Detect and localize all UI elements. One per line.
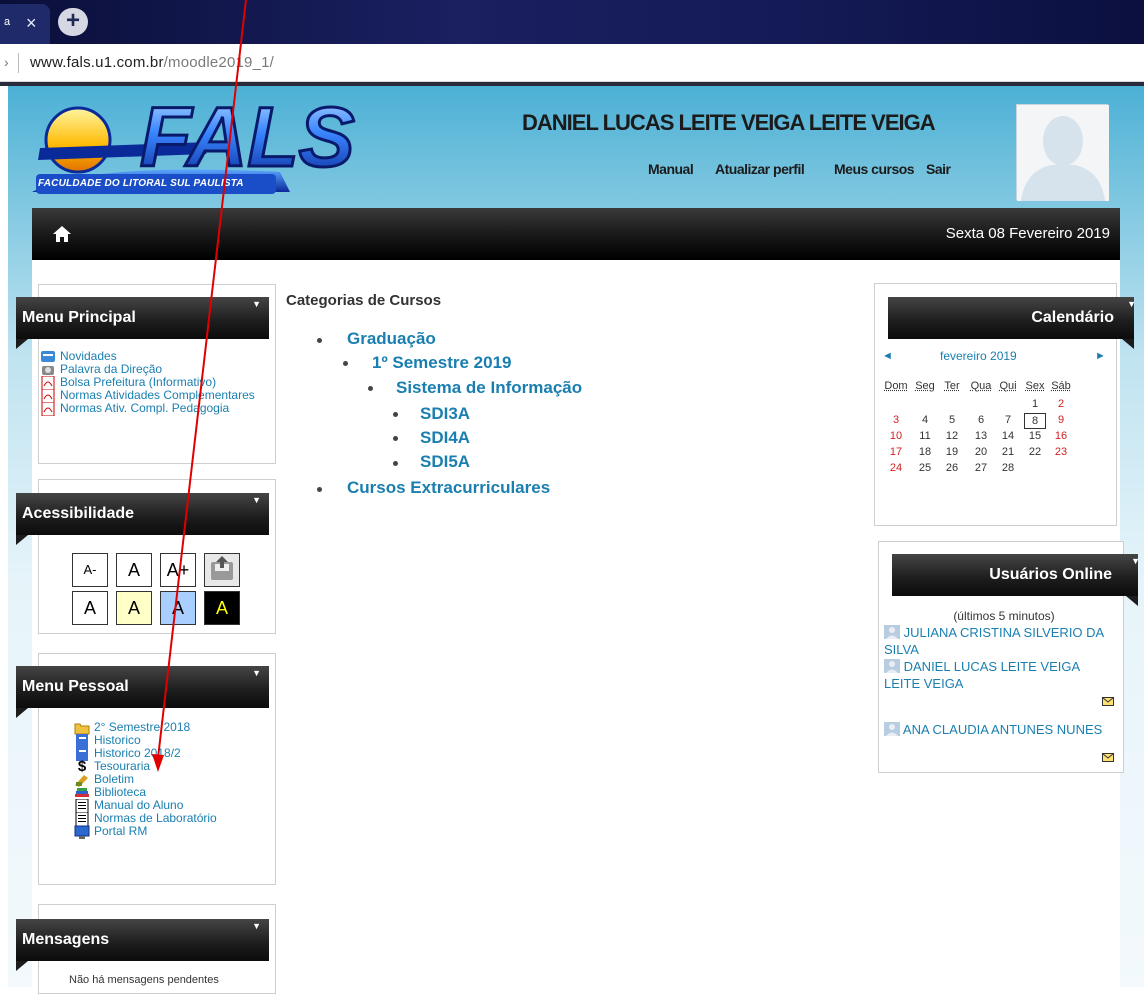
annotation-arrow bbox=[0, 0, 1144, 987]
